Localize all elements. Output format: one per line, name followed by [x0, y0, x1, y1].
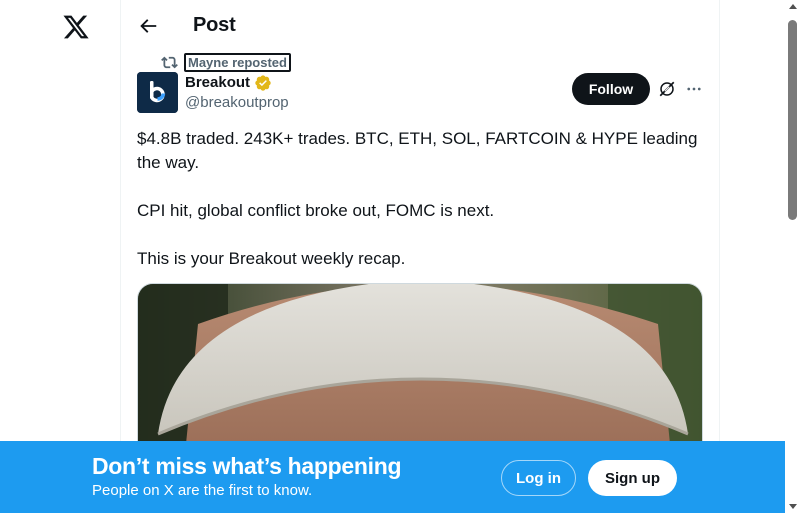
scroll-up-arrow-icon[interactable] — [789, 4, 797, 9]
repost-label[interactable]: Mayne reposted — [184, 52, 291, 72]
post-header: Post — [121, 0, 719, 53]
post-paragraph: This is your Breakout weekly recap. — [137, 249, 406, 268]
post-text: $4.8B traded. 243K+ trades. BTC, ETH, SO… — [137, 127, 707, 271]
verified-badge-icon[interactable] — [254, 74, 272, 92]
more-horizontal-icon[interactable] — [684, 80, 704, 98]
author-name[interactable]: Breakout — [185, 73, 250, 93]
post-paragraph: CPI hit, global conflict broke out, FOMC… — [137, 201, 495, 220]
x-logo-icon[interactable] — [62, 13, 90, 41]
scrollbar-thumb[interactable] — [788, 20, 797, 220]
banner-title: Don’t miss what’s happening — [92, 453, 402, 479]
avatar[interactable] — [137, 72, 178, 113]
post-column: Post Mayne reposted Breakout @breakoutpr… — [120, 0, 720, 513]
repost-icon — [161, 56, 178, 68]
scroll-down-arrow-icon[interactable] — [789, 504, 797, 509]
signup-button[interactable]: Sign up — [588, 460, 677, 496]
follow-button[interactable]: Follow — [572, 73, 650, 105]
left-rail — [0, 0, 121, 513]
page-title: Post — [193, 14, 236, 36]
banner-subtitle: People on X are the first to know. — [92, 482, 313, 499]
grok-icon[interactable] — [658, 80, 676, 98]
login-button[interactable]: Log in — [501, 460, 576, 496]
author-block: Breakout @breakoutprop — [185, 73, 289, 113]
scrollbar[interactable] — [785, 0, 800, 513]
signup-banner: Don’t miss what’s happening People on X … — [0, 441, 785, 513]
arrow-left-icon[interactable] — [137, 15, 159, 37]
post-paragraph: $4.8B traded. 243K+ trades. BTC, ETH, SO… — [137, 129, 698, 172]
repost-context: Mayne reposted — [161, 52, 291, 72]
author-handle[interactable]: @breakoutprop — [185, 93, 289, 113]
breakout-logo-icon — [137, 72, 178, 113]
